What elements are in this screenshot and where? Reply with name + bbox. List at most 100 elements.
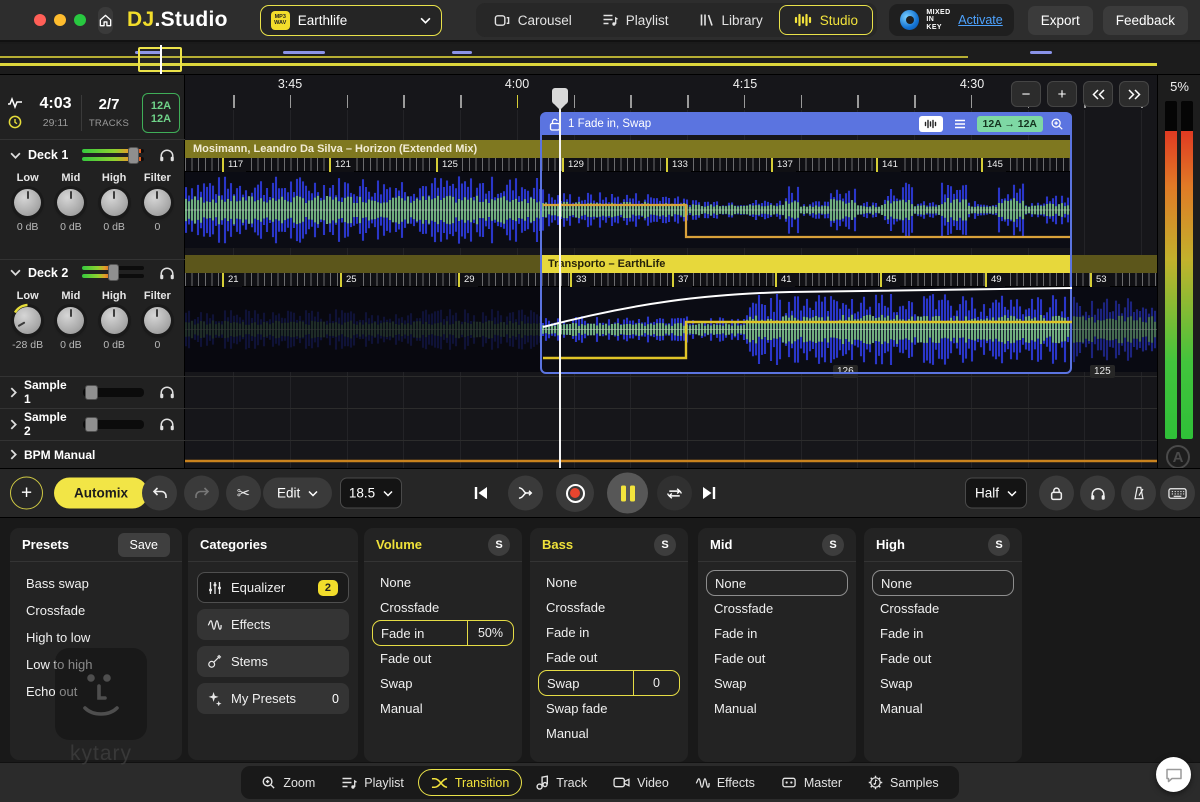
headphones-icon[interactable]	[159, 266, 175, 280]
headphones-icon[interactable]	[159, 417, 175, 431]
preview-headphones-button[interactable]	[1080, 475, 1115, 511]
bass-option-none[interactable]: None	[538, 570, 680, 595]
view-tab-playlist[interactable]: Playlist	[329, 769, 416, 796]
knob-dial[interactable]	[100, 307, 128, 334]
feedback-button[interactable]: Feedback	[1102, 5, 1189, 35]
category-effects[interactable]: Effects	[197, 609, 349, 640]
deck1-volume-meter[interactable]	[82, 146, 144, 164]
tempo-dropdown[interactable]: 18.5	[340, 477, 402, 509]
save-preset-button[interactable]: Save	[117, 532, 170, 557]
tab-carousel[interactable]: Carousel	[480, 5, 586, 35]
deck1-header[interactable]: Deck 1	[0, 143, 185, 167]
category-stems[interactable]: Stems	[197, 646, 349, 677]
chevron-down-icon[interactable]	[10, 152, 21, 159]
high-option-swap[interactable]: Swap	[872, 671, 1014, 696]
skip-to-end-button[interactable]	[700, 485, 718, 501]
redo-button[interactable]	[184, 475, 219, 511]
record-button[interactable]	[556, 474, 594, 512]
preset-item[interactable]: Low to high	[10, 651, 182, 678]
preset-item[interactable]: High to low	[10, 624, 182, 651]
metronome-button[interactable]	[1121, 475, 1156, 511]
undo-button[interactable]	[142, 475, 177, 511]
high-solo-button[interactable]: S	[988, 533, 1010, 556]
chevron-right-icon[interactable]	[10, 418, 17, 430]
sample2-volume-slider[interactable]	[82, 416, 144, 432]
bass-solo-button[interactable]: S	[654, 533, 676, 556]
timeline-canvas[interactable]: 3:45 4:00 4:15 4:30 Mosimann, Leandro Da Si…	[185, 75, 1157, 468]
playhead-handle[interactable]	[552, 88, 568, 110]
view-tab-zoom[interactable]: Zoom	[249, 769, 327, 796]
pause-button[interactable]	[607, 472, 648, 514]
mid-option-fade-in[interactable]: Fade in	[706, 621, 848, 646]
mid-option-manual[interactable]: Manual	[706, 696, 848, 721]
skip-to-start-button[interactable]	[472, 485, 490, 501]
knob-dial[interactable]	[143, 307, 171, 334]
activate-link[interactable]: Activate	[958, 13, 1002, 27]
bass-option-swap[interactable]: Swap 0	[538, 670, 680, 696]
chevron-right-icon[interactable]	[10, 386, 17, 398]
high-option-fade-out[interactable]: Fade out	[872, 646, 1014, 671]
d2knob-filter[interactable]: Filter 0	[137, 290, 177, 351]
tab-library[interactable]: Library	[685, 5, 777, 35]
tab-playlist[interactable]: Playlist	[588, 5, 683, 35]
d2knob-low[interactable]: Low -28 dB	[8, 290, 48, 351]
maximize-window-button[interactable]	[74, 14, 86, 26]
volume-option-none[interactable]: None	[372, 570, 514, 595]
high-option-manual[interactable]: Manual	[872, 696, 1014, 721]
knob-dial[interactable]	[14, 189, 42, 216]
deck1-volume-handle[interactable]	[128, 146, 139, 164]
high-option-crossfade[interactable]: Crossfade	[872, 596, 1014, 621]
minimize-window-button[interactable]	[54, 14, 66, 26]
view-tab-master[interactable]: Master	[769, 769, 854, 796]
headphones-icon[interactable]	[159, 385, 175, 399]
high-option-fade-in[interactable]: Fade in	[872, 621, 1014, 646]
volume-option-swap[interactable]: Swap	[372, 671, 514, 696]
bpm-lane-row[interactable]: BPM Manual	[0, 440, 185, 468]
sample1-row[interactable]: Sample 1	[0, 376, 185, 407]
bass-option-swap-fade[interactable]: Swap fade	[538, 696, 680, 721]
bass-option-fade-in[interactable]: Fade in	[538, 620, 680, 645]
mid-option-swap[interactable]: Swap	[706, 671, 848, 696]
mid-option-fade-out[interactable]: Fade out	[706, 646, 848, 671]
view-tab-transition[interactable]: Transition	[417, 769, 523, 796]
view-tab-effects[interactable]: Effects	[683, 769, 767, 796]
tab-studio[interactable]: Studio	[778, 5, 874, 35]
d2knob-mid[interactable]: Mid 0 dB	[51, 290, 91, 351]
mid-solo-button[interactable]: S	[822, 533, 844, 556]
high-option-none[interactable]: None	[872, 570, 1014, 596]
view-tab-track[interactable]: Track	[524, 769, 599, 796]
playhead[interactable]	[552, 88, 568, 468]
edit-dropdown[interactable]: Edit	[263, 477, 333, 509]
grid-snap-dropdown[interactable]: Half	[965, 477, 1027, 509]
bass-option-fade-out[interactable]: Fade out	[538, 645, 680, 670]
chevron-down-icon[interactable]	[10, 269, 21, 276]
window-controls[interactable]	[34, 14, 86, 26]
view-tab-samples[interactable]: Samples	[856, 769, 951, 796]
mix-overview-minimap[interactable]	[0, 44, 1200, 75]
lock-button[interactable]	[1039, 475, 1074, 511]
sample2-row[interactable]: Sample 2	[0, 408, 185, 439]
deck2-header[interactable]: Deck 2	[0, 259, 185, 285]
category-equalizer[interactable]: Equalizer 2	[197, 572, 349, 603]
bass-option-manual[interactable]: Manual	[538, 721, 680, 746]
cut-scissors-button[interactable]: ✂	[226, 475, 261, 511]
project-selector[interactable]: MP3 WAV Earthlife	[259, 4, 442, 36]
volume-option-manual[interactable]: Manual	[372, 696, 514, 721]
mid-option-none[interactable]: None	[706, 570, 848, 596]
mid-option-crossfade[interactable]: Crossfade	[706, 596, 848, 621]
merge-transition-button[interactable]	[508, 475, 543, 511]
deck2-volume-handle[interactable]	[108, 264, 119, 281]
category-my-presets[interactable]: My Presets 0	[197, 683, 349, 714]
d1knob-mid[interactable]: Mid 0 dB	[51, 172, 91, 233]
knob-dial[interactable]	[14, 303, 42, 334]
preset-item[interactable]: Crossfade	[10, 597, 182, 624]
d2knob-high[interactable]: High 0 dB	[94, 290, 134, 351]
sample1-volume-slider[interactable]	[82, 384, 144, 400]
knob-dial[interactable]	[143, 189, 171, 216]
export-button[interactable]: Export	[1027, 5, 1093, 35]
knob-dial[interactable]	[57, 307, 85, 334]
bass-option-crossfade[interactable]: Crossfade	[538, 595, 680, 620]
add-track-button[interactable]: +	[10, 476, 43, 510]
home-button[interactable]	[98, 6, 113, 34]
volume-option-fade-in[interactable]: Fade in 50%	[372, 620, 514, 646]
